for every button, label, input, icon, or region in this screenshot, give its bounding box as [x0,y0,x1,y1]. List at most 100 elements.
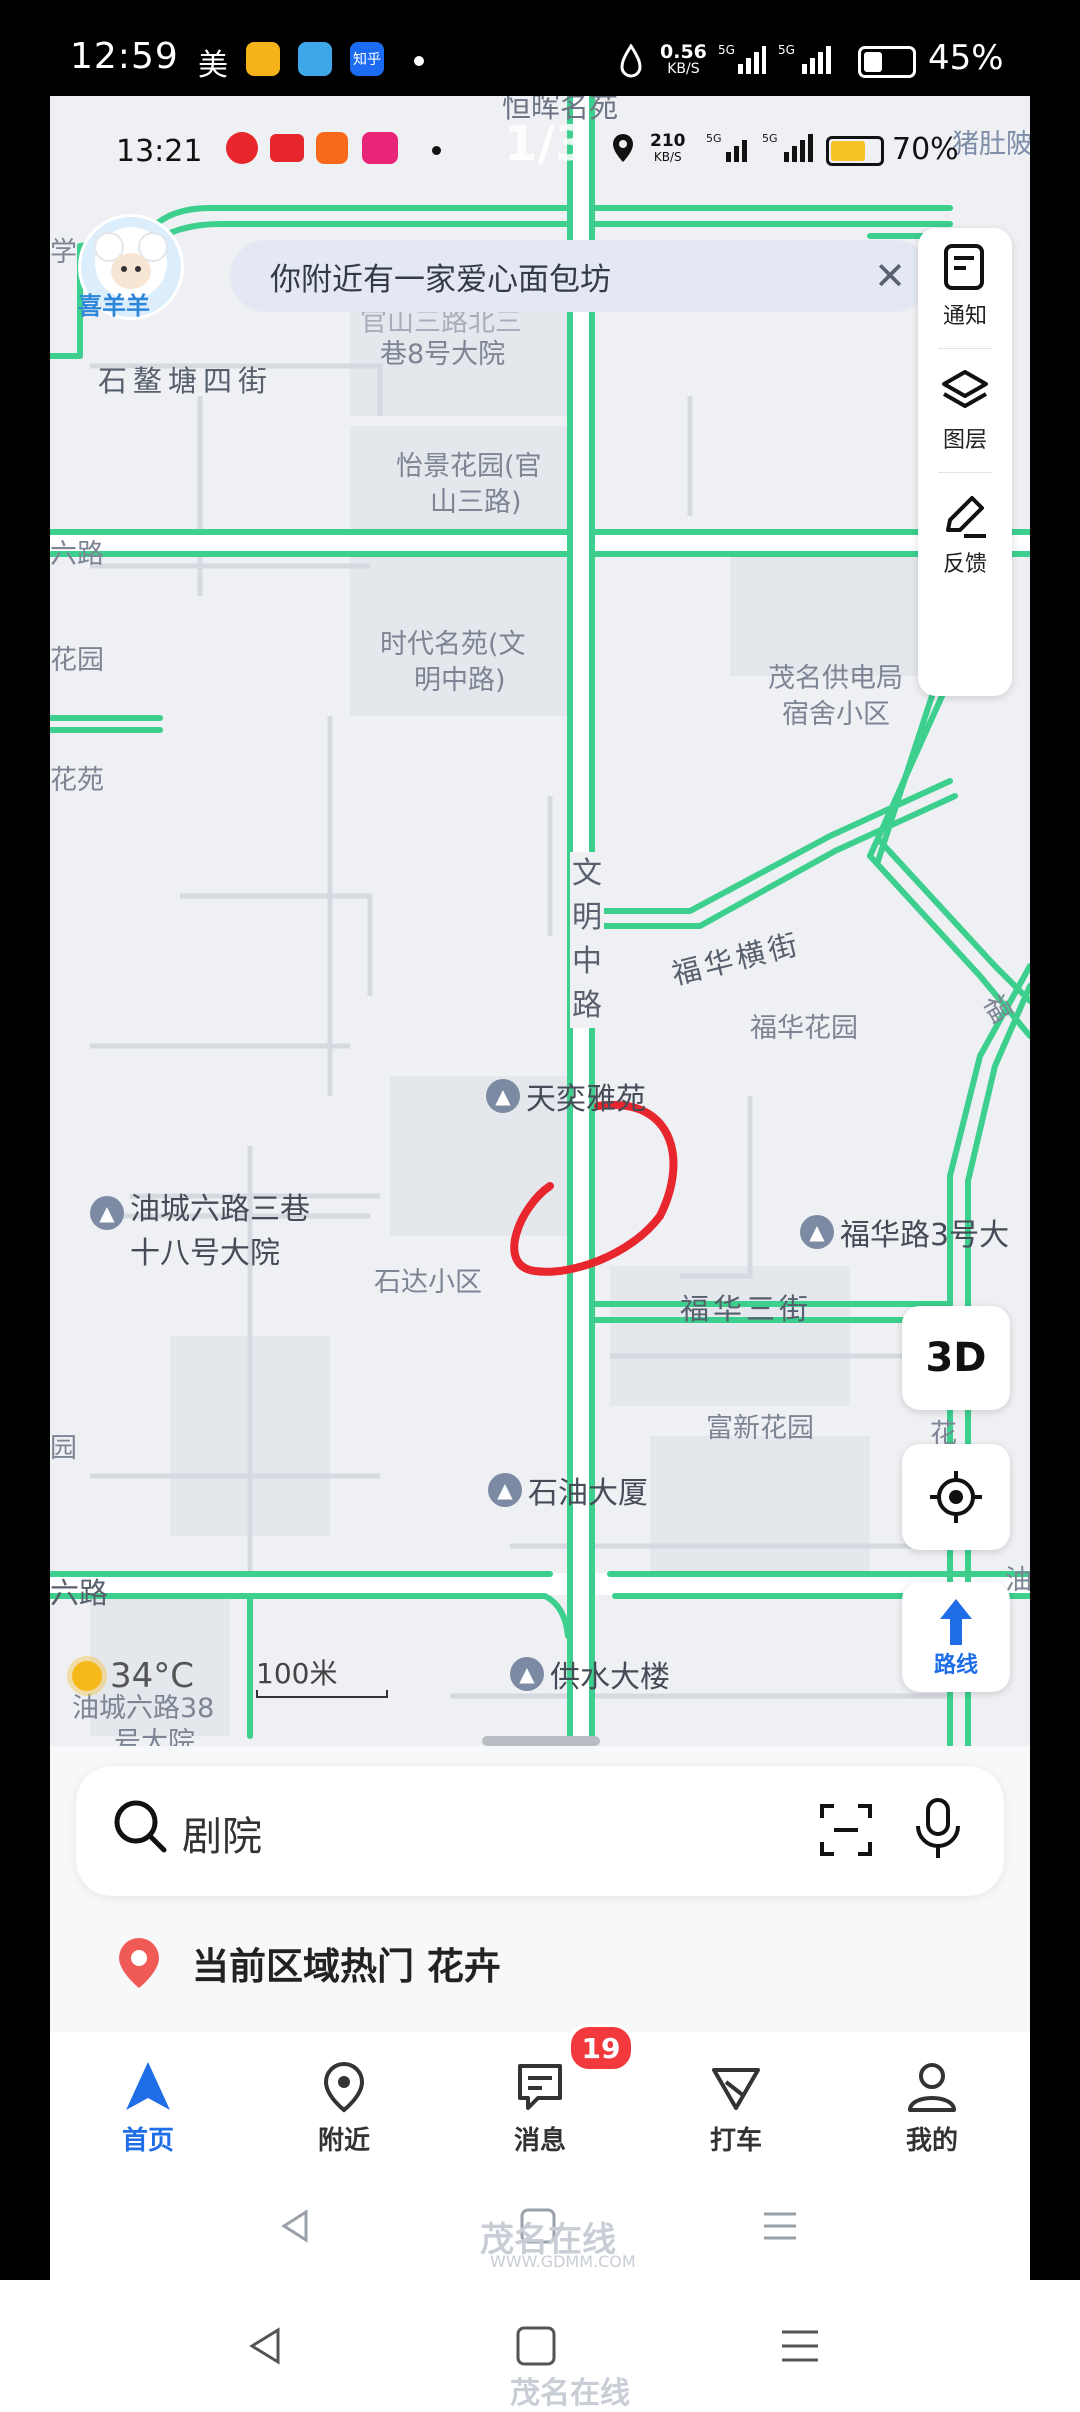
tab-home[interactable]: 首页 [50,2032,246,2172]
3d-button[interactable]: 3D [902,1306,1010,1410]
notice-text: 你附近有一家爱心面包坊 [270,261,611,298]
map-label: 富新花园 [706,1413,814,1444]
close-icon[interactable]: ✕ [874,254,906,298]
poi-gongshui[interactable]: ▲ 供水大楼 [510,1652,670,1696]
back-icon[interactable] [244,2324,288,2368]
map-scale-label: 100米 [256,1657,338,1690]
feedback-button[interactable]: 反馈 [918,476,1012,596]
tab-nearby[interactable]: 附近 [246,2032,442,2172]
map-label: 石达小区 [374,1267,482,1298]
map-label: 巷8号大院 [380,339,506,370]
map-scale-bar [256,1690,388,1698]
road-label: 文明中路 [570,852,604,1028]
home-icon[interactable] [514,2324,558,2368]
weather-widget: 34°C [72,1656,194,1696]
svg-text:5G: 5G [762,132,778,145]
svg-text:5G: 5G [706,132,722,145]
back-icon[interactable] [276,2206,316,2246]
map-label: 园 [50,1433,77,1464]
outer-battery-percent: 45% [928,38,1004,78]
notification-dot [432,146,441,155]
outer-battery-icon [858,46,916,78]
nearby-notice-banner[interactable]: 你附近有一家爱心面包坊 ✕ [230,240,930,312]
search-bar[interactable]: 剧院 [76,1766,1004,1896]
bottom-tab-bar: 首页 附近 消息 打车 我的 [50,2032,1030,2172]
map-label: 怡景花园(官 [396,451,542,482]
hot-text: 当前区域热门 花卉 [192,1945,501,1988]
weibo-icon [246,42,280,76]
road-label: 福华三街 [680,1292,813,1326]
poi-fuhua-3[interactable]: ▲ 福华路3号大 [800,1210,1009,1254]
hot-area-suggestion[interactable]: 当前区域热门 花卉 [110,1934,501,1992]
scan-icon[interactable] [816,1800,876,1860]
building-icon: ▲ [488,1473,522,1507]
app-icon [316,132,348,164]
zhihu-icon: 知乎 [350,42,384,76]
inner-battery-percent: 70% [892,132,959,167]
notify-button[interactable]: 通知 [918,228,1012,348]
edit-pencil-icon [946,496,986,538]
map-label: 六路 [50,539,104,570]
map-label: 山三路) [430,487,522,518]
menu-icon[interactable] [760,2206,800,2246]
route-button[interactable]: 路线 [902,1582,1010,1692]
crosshair-icon [930,1471,982,1523]
message-icon [518,2064,562,2110]
map-tools-panel: 通知 图层 反馈 [918,228,1012,696]
inner-net-speed: 210 KB/S [650,131,686,164]
outer-clock: 12:59 [70,36,179,77]
inner-status-bar: 13:21 1/3 210 KB/S 5G 5G 70% [50,116,1030,176]
sheet-drag-handle[interactable] [482,1736,600,1746]
app-icon [362,132,398,164]
building-icon: ▲ [800,1215,834,1249]
notification-dot [414,56,424,66]
outer-status-bar: 12:59 美 知乎 0.56 KB/S 5G 5G 45% [0,0,1080,96]
page-indicator: 1/3 [504,116,589,172]
search-input[interactable]: 剧院 [182,1804,262,1862]
sun-icon [72,1661,102,1691]
outer-carrier: 美 [198,48,228,83]
map-label: 茂名供电局 [768,663,903,694]
poi-tianyi[interactable]: ▲ 天奕雅苑 [486,1074,646,1118]
map-canvas[interactable]: 恒晖名苑 猪肚陂 学 明 号 石鳌塘四街 官山三路北三 巷8号大院 怡景花园(官… [50,96,1030,1796]
layers-icon [942,370,988,408]
taxi-icon [712,2068,760,2110]
outer-net-speed: 0.56 KB/S [660,41,707,78]
tab-mine[interactable]: 我的 [834,2032,1030,2172]
location-pin-icon [119,1938,159,1988]
data-saver-icon [620,44,642,78]
watermark-url: WWW.GDMM.COM [490,2252,636,2271]
building-icon: ▲ [486,1079,520,1113]
map-label: 石鳌塘四街 [98,364,274,398]
inner-clock: 13:21 [116,134,203,169]
signal2-icon: 5G [762,132,813,162]
poi-shiyou[interactable]: ▲ 石油大厦 [488,1468,648,1512]
inner-battery-icon [826,136,884,166]
temperature: 34°C [110,1656,195,1696]
signal2-icon: 5G [778,43,831,74]
menu-icon[interactable] [778,2324,822,2368]
microphone-icon[interactable] [908,1796,968,1862]
nearby-pin-icon [323,2061,365,2113]
building-icon: ▲ [90,1196,124,1230]
poi-youcheng[interactable]: ▲ 油城六路三巷 十八号大院 [90,1184,310,1272]
location-icon [613,134,633,162]
outer-navigation-bar: 茂名在线 [0,2280,1080,2412]
message-count-badge: 19 [568,2024,634,2072]
route-arrow-icon [940,1599,972,1645]
signal-icon: 5G [706,132,747,162]
map-label: 油 [1005,1565,1030,1596]
toutiao-icon [270,134,304,162]
map-label: 福华花园 [750,1013,858,1044]
locate-button[interactable] [902,1444,1010,1550]
notification-icon [944,244,984,290]
map-label: 时代名苑(文 [380,629,526,660]
watermark: 茂名在线 [510,2376,630,2411]
navigation-arrow-icon [126,2062,170,2110]
search-icon [114,1800,167,1853]
tab-taxi[interactable]: 打车 [638,2032,834,2172]
map-label: 花园 [50,645,104,676]
layers-button[interactable]: 图层 [918,352,1012,472]
svg-text:5G: 5G [778,43,795,57]
netease-icon [226,132,258,164]
